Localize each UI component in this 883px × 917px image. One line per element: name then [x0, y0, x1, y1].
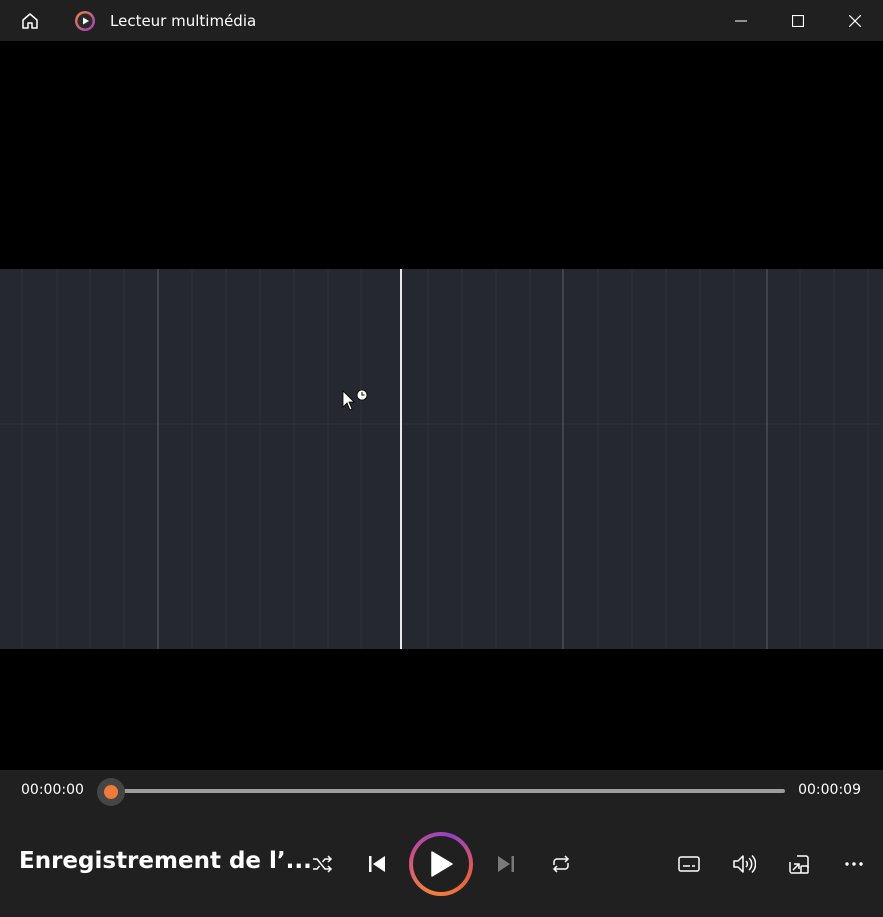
playback-controls: 00:00:00 00:00:09 Enregistrement de l’..…	[0, 770, 883, 917]
video-frame	[0, 269, 883, 649]
window-controls	[712, 0, 883, 41]
maximize-button[interactable]	[769, 0, 826, 41]
seek-bar[interactable]	[104, 789, 785, 793]
play-icon	[431, 851, 453, 877]
skip-previous-icon	[369, 856, 385, 872]
home-icon	[22, 12, 38, 29]
skip-next-icon	[498, 856, 514, 872]
mini-player-icon	[789, 855, 809, 874]
current-time: 00:00:00	[21, 782, 84, 798]
video-area[interactable]	[0, 41, 883, 770]
close-button[interactable]	[826, 0, 883, 41]
duration-time: 00:00:09	[798, 782, 861, 798]
more-icon	[845, 862, 863, 866]
volume-icon	[733, 854, 756, 874]
shuffle-icon	[313, 855, 333, 873]
shuffle-button[interactable]	[307, 849, 337, 879]
previous-button[interactable]	[362, 849, 392, 879]
media-title: Enregistrement de l’...	[19, 848, 312, 874]
minimize-button[interactable]	[712, 0, 769, 41]
title-bar: Lecteur multimédia	[0, 0, 883, 41]
mini-player-button[interactable]	[784, 849, 814, 879]
more-options-button[interactable]	[839, 849, 869, 879]
volume-button[interactable]	[729, 849, 759, 879]
video-content	[0, 269, 883, 649]
subtitles-icon	[678, 856, 700, 872]
play-button[interactable]	[409, 832, 473, 896]
maximize-icon	[791, 14, 804, 27]
window-title: Lecteur multimédia	[110, 11, 257, 30]
next-button[interactable]	[491, 849, 521, 879]
subtitles-button[interactable]	[674, 849, 704, 879]
repeat-button[interactable]	[546, 849, 576, 879]
media-player-icon	[74, 10, 96, 32]
media-player-window: Lecteur multimédia 00:00:00 00:00:09 Enr…	[0, 0, 883, 917]
minimize-icon	[734, 20, 747, 21]
close-icon	[848, 14, 861, 27]
busy-cursor-icon	[342, 389, 368, 411]
home-button[interactable]	[0, 0, 60, 41]
seek-thumb[interactable]	[97, 778, 125, 806]
repeat-icon	[552, 855, 570, 873]
